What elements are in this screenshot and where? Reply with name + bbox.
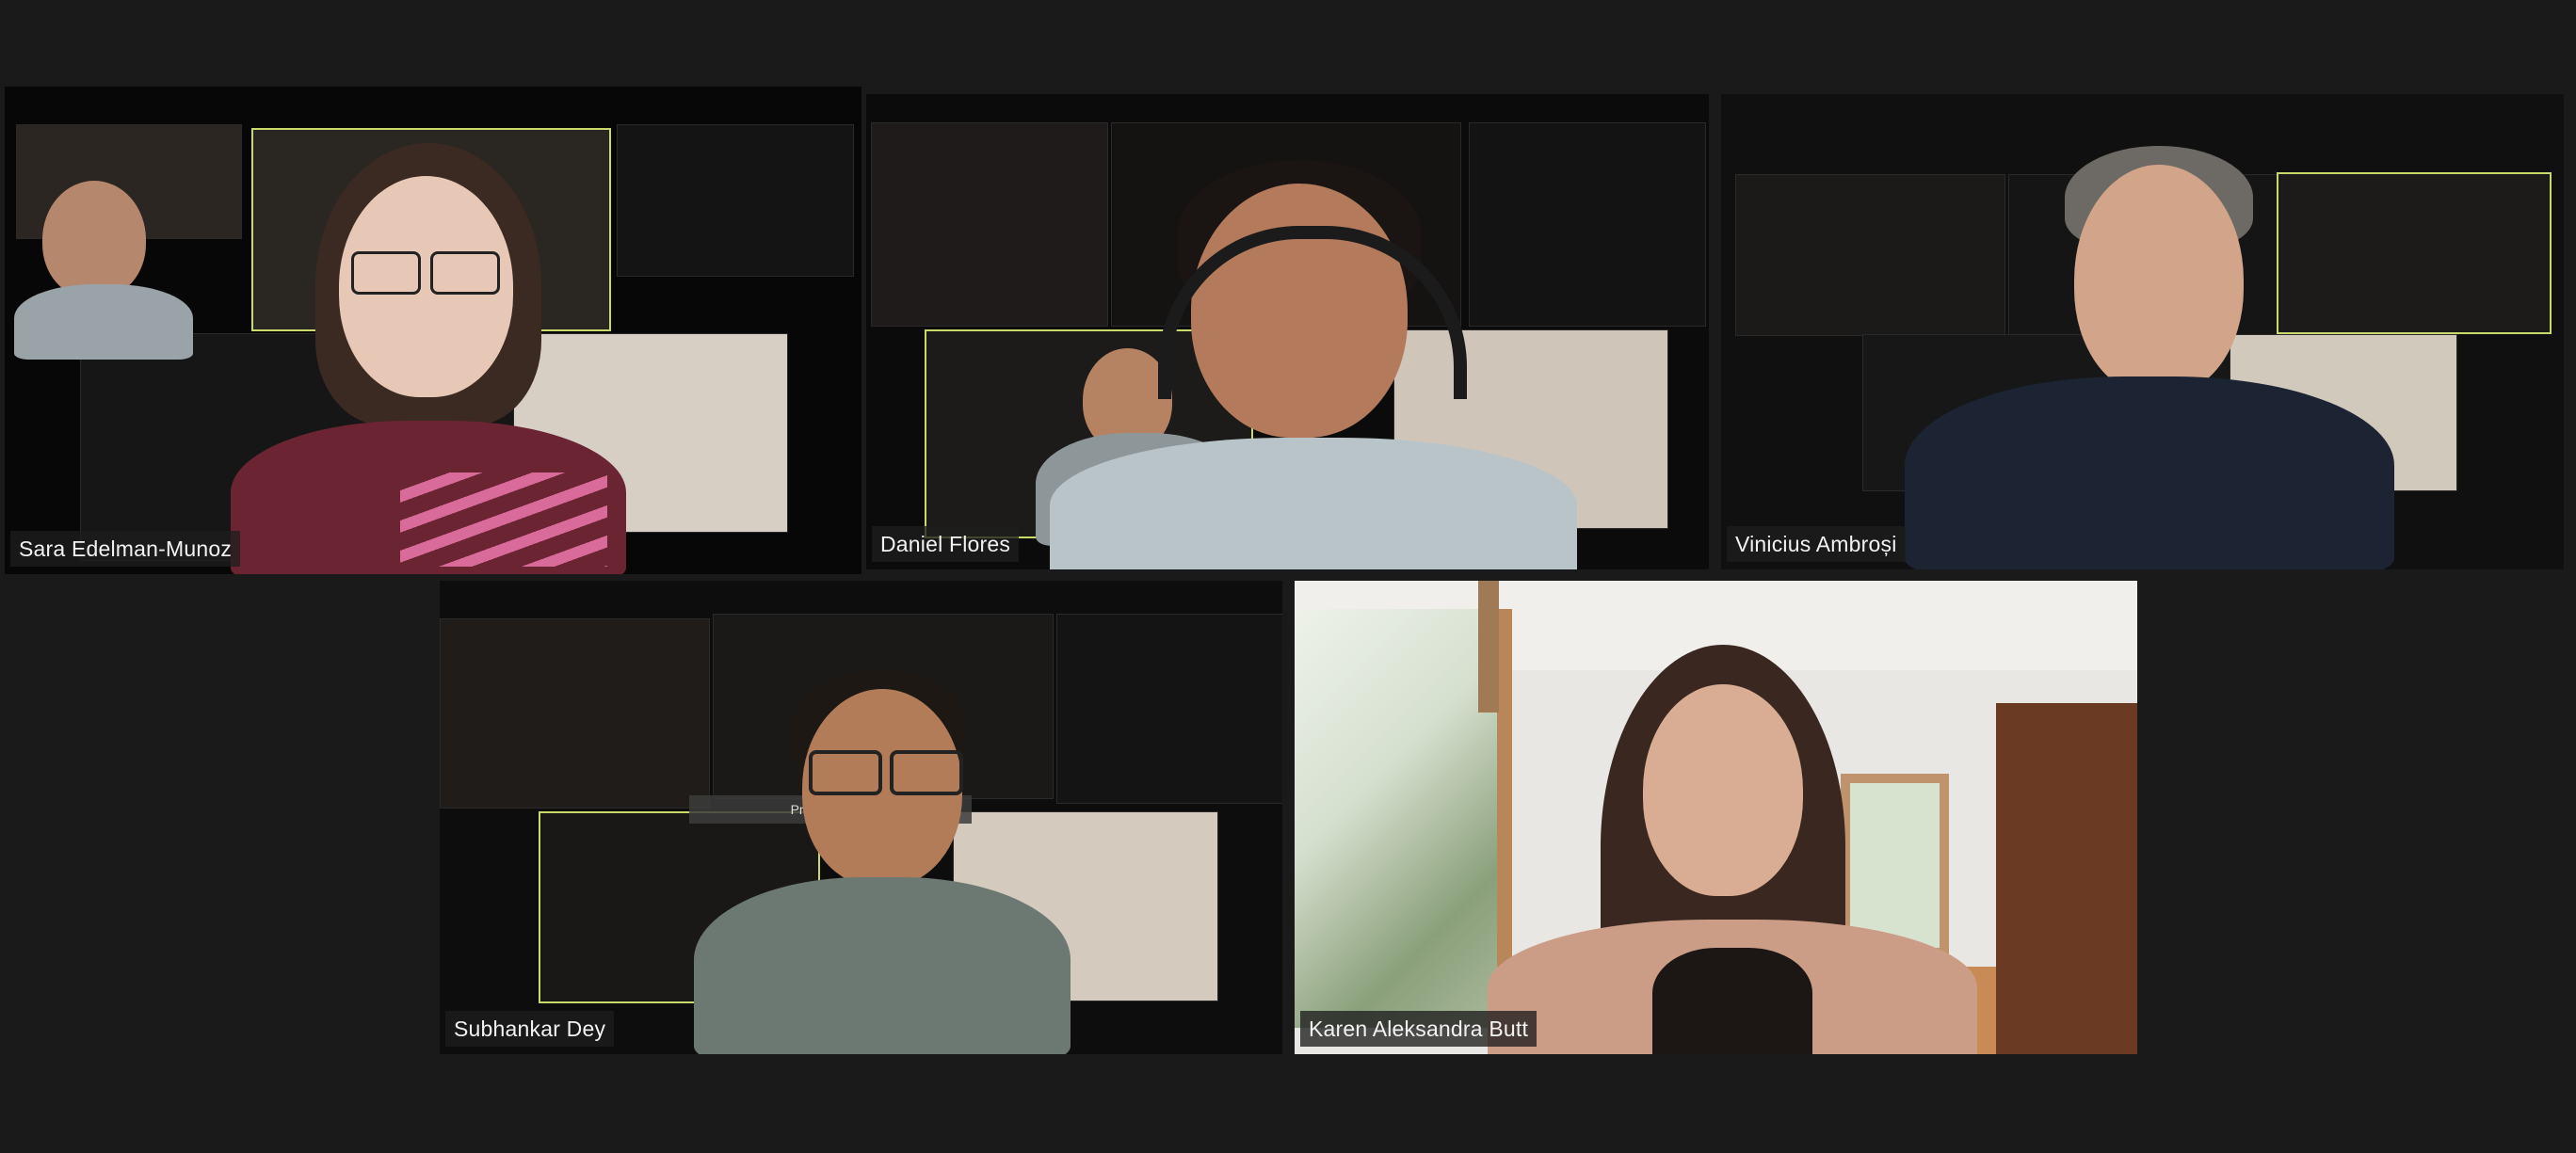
video-gallery: Sara Edelman-Munoz Daniel Flores Viniciu…	[0, 0, 2576, 1153]
person-head	[1643, 684, 1803, 896]
participant-name-label: Karen Aleksandra Butt	[1300, 1011, 1538, 1047]
participant-name-label: Sara Edelman-Munoz	[10, 531, 241, 567]
mini-gallery-thumbnail	[617, 124, 854, 277]
mini-gallery-thumbnail	[1469, 122, 1706, 327]
participant-name-label: Vinicius Ambroși	[1727, 526, 1906, 562]
participant-video	[866, 94, 1709, 569]
participant-tile-sara-edelman-munoz[interactable]: Sara Edelman-Munoz	[5, 87, 861, 574]
participant-video	[1721, 94, 2564, 569]
participant-tile-karen-aleksandra-butt[interactable]: Karen Aleksandra Butt	[1295, 581, 2137, 1054]
mini-gallery-thumbnail	[2277, 172, 2552, 334]
person-body	[694, 877, 1071, 1054]
person-head	[2074, 165, 2244, 395]
participant-video: Press ESC or	[440, 581, 1282, 1054]
person-glasses	[351, 251, 421, 295]
participant-name-label: Subhankar Dey	[445, 1011, 615, 1047]
mini-gallery-thumbnail	[440, 618, 710, 809]
person-glasses	[809, 750, 882, 795]
participant-video	[1295, 581, 2137, 1054]
top-garment	[1652, 948, 1812, 1054]
participant-tile-daniel-flores[interactable]: Daniel Flores	[866, 94, 1709, 569]
person-glasses	[890, 750, 963, 795]
person-body	[14, 284, 193, 360]
participant-name-label: Daniel Flores	[872, 526, 1020, 562]
light-fixture	[1478, 581, 1499, 713]
mini-gallery-thumbnail	[871, 122, 1108, 327]
person-glasses	[430, 251, 500, 295]
person-head	[42, 181, 146, 298]
mini-gallery-thumbnail	[1056, 614, 1282, 804]
mini-gallery-thumbnail	[1735, 174, 2005, 336]
participant-tile-vinicius-ambrosi[interactable]: Vinicius Ambroși	[1721, 94, 2564, 569]
person-body	[1905, 376, 2394, 569]
shirt-stripes	[400, 472, 607, 567]
participant-video	[5, 87, 861, 574]
participant-tile-subhankar-dey[interactable]: Press ESC or Subhankar Dey	[440, 581, 1282, 1054]
cabinet	[1996, 703, 2137, 1054]
person-body	[1050, 438, 1577, 569]
